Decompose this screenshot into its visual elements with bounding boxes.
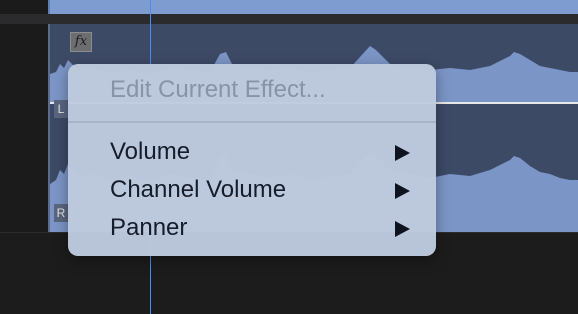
submenu-arrow-icon bbox=[395, 221, 410, 237]
menu-item-volume[interactable]: Volume bbox=[68, 134, 436, 170]
video-clip[interactable] bbox=[48, 0, 578, 14]
track-divider bbox=[0, 14, 578, 24]
submenu-arrow-icon bbox=[395, 183, 410, 199]
context-menu: Edit Current Effect... Volume Channel Vo… bbox=[68, 64, 436, 256]
menu-item-label: Panner bbox=[110, 214, 188, 241]
menu-item-panner[interactable]: Panner bbox=[68, 210, 436, 246]
submenu-arrow-icon bbox=[395, 145, 410, 161]
menu-item-edit-current-effect: Edit Current Effect... bbox=[68, 72, 436, 108]
left-channel-label: L bbox=[54, 100, 68, 118]
menu-item-label: Edit Current Effect... bbox=[110, 76, 326, 103]
menu-item-channel-volume[interactable]: Channel Volume bbox=[68, 172, 436, 208]
menu-item-label: Volume bbox=[110, 138, 191, 165]
fx-icon[interactable]: fx bbox=[70, 32, 92, 52]
menu-separator bbox=[68, 121, 436, 123]
timeline-view: fx L R Edit Current Effect... Volume Cha… bbox=[0, 0, 578, 314]
menu-item-label: Channel Volume bbox=[110, 176, 287, 203]
right-channel-label: R bbox=[54, 204, 68, 222]
